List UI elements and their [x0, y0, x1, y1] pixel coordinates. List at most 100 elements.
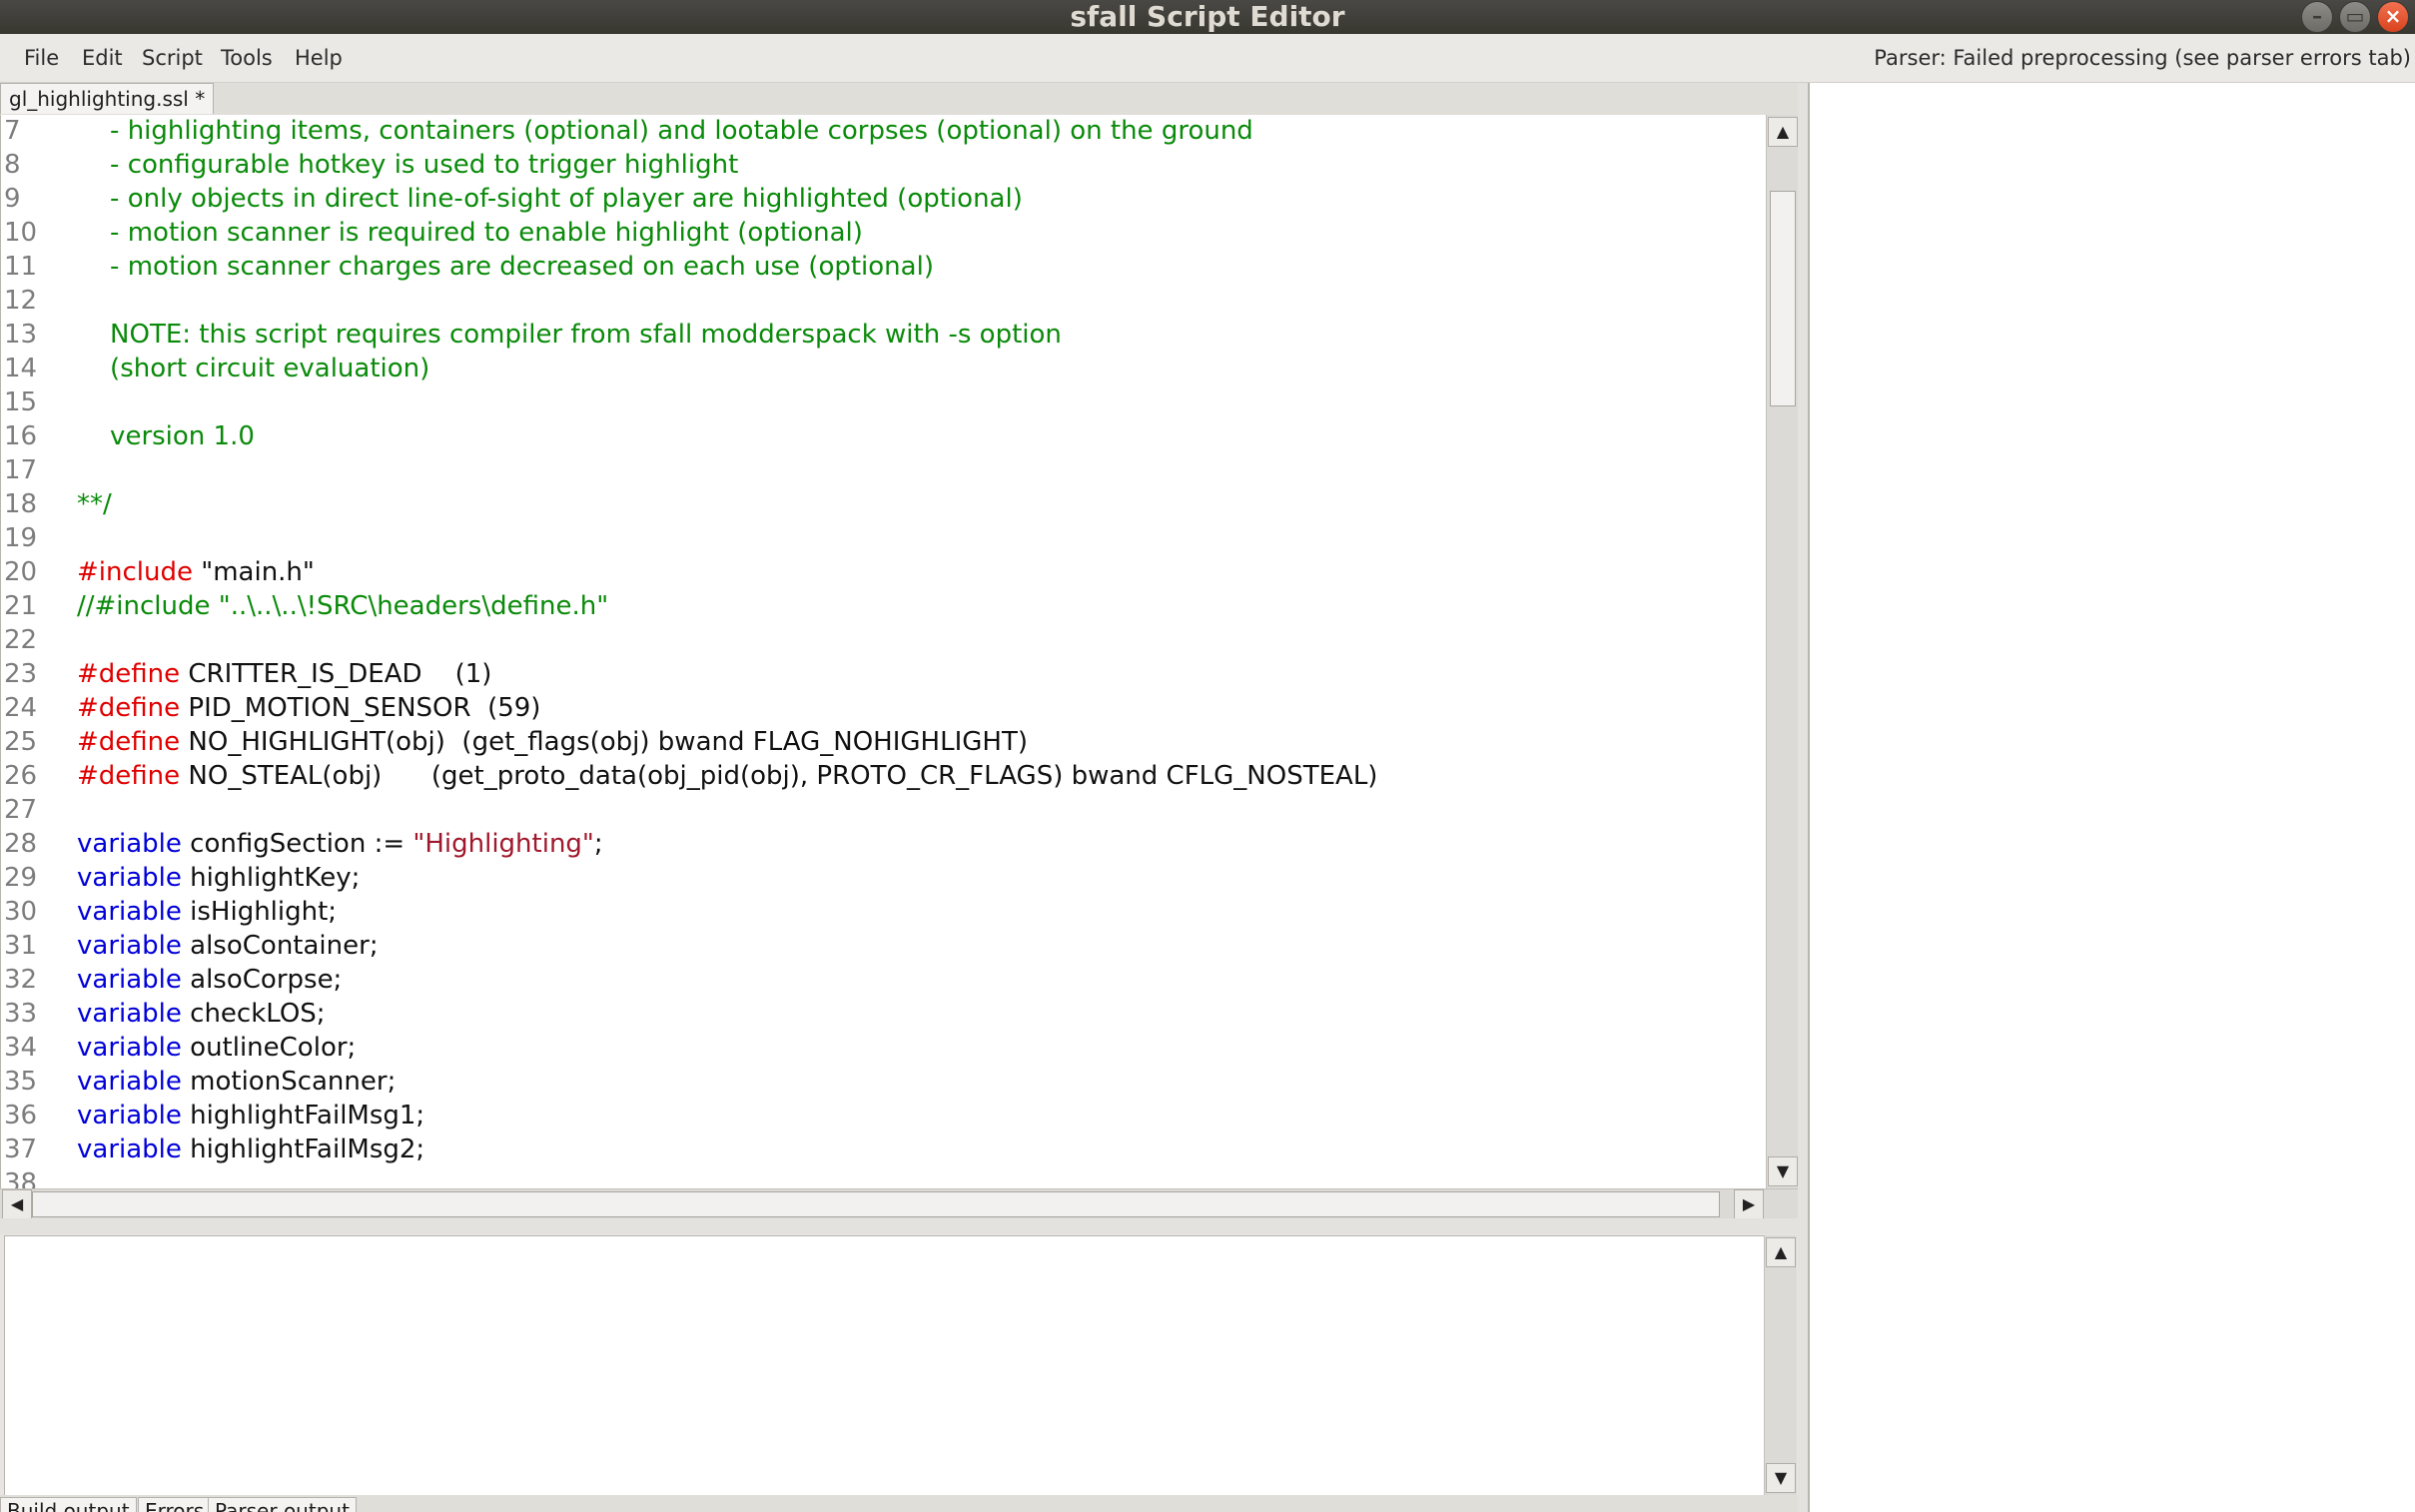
- code-line[interactable]: 25 #define NO_HIGHLIGHT(obj) (get_flags(o…: [1, 725, 1767, 759]
- code-token: alsoCorpse;: [181, 965, 343, 995]
- code-line[interactable]: 31 variable alsoContainer;: [1, 929, 1767, 963]
- code-line[interactable]: 20 #include "main.h": [1, 555, 1767, 589]
- editor-scroll-thumb[interactable]: [1770, 191, 1796, 406]
- code-line[interactable]: 17: [1, 453, 1767, 487]
- code-text: //#include "..\..\..\!SRC\headers\define…: [77, 589, 608, 623]
- code-line[interactable]: 27: [1, 793, 1767, 827]
- code-line[interactable]: 12: [1, 284, 1767, 318]
- tab-build-output[interactable]: Build output: [0, 1497, 137, 1512]
- code-editor[interactable]: 7 - highlighting items, containers (opti…: [0, 115, 1767, 1188]
- code-token: variable: [77, 1134, 182, 1164]
- menu-edit[interactable]: Edit: [82, 46, 123, 70]
- code-line[interactable]: 8 - configurable hotkey is used to trigg…: [1, 148, 1767, 182]
- code-text: variable isHighlight;: [77, 895, 337, 929]
- code-text: #define NO_STEAL(obj) (get_proto_data(ob…: [77, 759, 1377, 793]
- code-line[interactable]: 11 - motion scanner charges are decrease…: [1, 250, 1767, 284]
- editor-tab-gl-highlighting[interactable]: gl_highlighting.ssl *: [0, 83, 215, 114]
- minimize-icon[interactable]: –: [2301, 1, 2333, 33]
- line-number: 31: [4, 931, 38, 961]
- code-token: **/: [77, 489, 112, 519]
- code-line[interactable]: 32 variable alsoCorpse;: [1, 963, 1767, 997]
- arrow-up-icon[interactable]: ▲: [1766, 1237, 1796, 1267]
- menu-file[interactable]: File: [24, 46, 59, 70]
- code-line[interactable]: 35 variable motionScanner;: [1, 1065, 1767, 1099]
- line-number: 33: [4, 999, 38, 1029]
- code-token: isHighlight;: [181, 897, 338, 927]
- menu-help[interactable]: Help: [295, 46, 343, 70]
- line-number: 36: [4, 1101, 38, 1131]
- code-token: configSection :=: [181, 829, 413, 859]
- code-token: variable: [77, 1067, 182, 1097]
- code-line[interactable]: 33 variable checkLOS;: [1, 997, 1767, 1031]
- code-token: #define: [77, 761, 181, 791]
- code-token: version 1.0: [77, 421, 255, 451]
- code-line[interactable]: 10 - motion scanner is required to enabl…: [1, 216, 1767, 250]
- output-panel[interactable]: [4, 1235, 1766, 1497]
- arrow-up-icon[interactable]: ▲: [1768, 117, 1798, 147]
- code-line[interactable]: 9 - only objects in direct line-of-sight…: [1, 182, 1767, 216]
- output-vertical-scrollbar[interactable]: ▲ ▼: [1764, 1235, 1797, 1495]
- code-line[interactable]: 21 //#include "..\..\..\!SRC\headers\defi…: [1, 589, 1767, 623]
- code-token: #define: [77, 693, 181, 723]
- code-token: - configurable hotkey is used to trigger…: [77, 150, 739, 180]
- horizontal-splitter[interactable]: [0, 1218, 1798, 1234]
- code-line[interactable]: 16 version 1.0: [1, 419, 1767, 453]
- line-number: 10: [4, 218, 38, 248]
- code-line[interactable]: 13 NOTE: this script requires compiler f…: [1, 318, 1767, 352]
- code-token: CRITTER_IS_DEAD (1): [180, 659, 492, 689]
- code-text: - motion scanner is required to enable h…: [77, 216, 863, 250]
- line-number: 34: [4, 1033, 38, 1063]
- line-number: 7: [4, 116, 21, 146]
- editor-hscroll-thumb[interactable]: [32, 1191, 1720, 1217]
- code-line[interactable]: 14 (short circuit evaluation): [1, 352, 1767, 385]
- arrow-left-icon[interactable]: ◀: [2, 1189, 32, 1219]
- code-text: NOTE: this script requires compiler from…: [77, 318, 1062, 352]
- code-line[interactable]: 30 variable isHighlight;: [1, 895, 1767, 929]
- code-text: - configurable hotkey is used to trigger…: [77, 148, 738, 182]
- code-line[interactable]: 34 variable outlineColor;: [1, 1031, 1767, 1065]
- line-number: 15: [4, 387, 38, 417]
- line-number: 24: [4, 693, 38, 723]
- code-line[interactable]: 7 - highlighting items, containers (opti…: [1, 115, 1767, 148]
- vertical-splitter[interactable]: [1798, 83, 1808, 1512]
- code-line[interactable]: 37 variable highlightFailMsg2;: [1, 1133, 1767, 1166]
- arrow-down-icon[interactable]: ▼: [1766, 1463, 1796, 1493]
- maximize-icon[interactable]: ▭: [2339, 1, 2371, 33]
- code-line[interactable]: 24 #define PID_MOTION_SENSOR (59): [1, 691, 1767, 725]
- line-number: 21: [4, 591, 38, 621]
- code-line[interactable]: 26 #define NO_STEAL(obj) (get_proto_data(…: [1, 759, 1767, 793]
- code-line[interactable]: 36 variable highlightFailMsg1;: [1, 1099, 1767, 1133]
- menu-tools[interactable]: Tools: [221, 46, 273, 70]
- code-token: #include: [77, 557, 193, 587]
- code-token: highlightKey;: [181, 863, 361, 893]
- code-text: #include "main.h": [77, 555, 315, 589]
- code-line[interactable]: 19: [1, 521, 1767, 555]
- arrow-down-icon[interactable]: ▼: [1768, 1156, 1798, 1186]
- code-text: #define CRITTER_IS_DEAD (1): [77, 657, 491, 691]
- code-token: NO_STEAL(obj) (get_proto_data(obj_pid(ob…: [180, 761, 1378, 791]
- menu-script[interactable]: Script: [142, 46, 203, 70]
- code-text: **/: [77, 487, 112, 521]
- code-line[interactable]: 38: [1, 1166, 1767, 1188]
- tab-parser-output[interactable]: Parser output: [208, 1497, 357, 1512]
- code-token: variable: [77, 829, 182, 859]
- line-number: 35: [4, 1067, 38, 1097]
- code-line[interactable]: 28 variable configSection := "Highlightin…: [1, 827, 1767, 861]
- code-line[interactable]: 22: [1, 623, 1767, 657]
- code-line[interactable]: 18 **/: [1, 487, 1767, 521]
- code-line[interactable]: 23 #define CRITTER_IS_DEAD (1): [1, 657, 1767, 691]
- line-number: 25: [4, 727, 38, 757]
- code-token: alsoContainer;: [181, 931, 379, 961]
- arrow-right-icon[interactable]: ▶: [1734, 1189, 1764, 1219]
- line-number: 9: [4, 184, 21, 214]
- code-token: checkLOS;: [181, 999, 326, 1029]
- line-number: 11: [4, 252, 38, 282]
- editor-vertical-scrollbar[interactable]: ▲ ▼: [1766, 115, 1799, 1188]
- close-icon[interactable]: ×: [2377, 1, 2409, 33]
- tab-errors[interactable]: Errors: [138, 1497, 212, 1512]
- code-line[interactable]: 29 variable highlightKey;: [1, 861, 1767, 895]
- line-number: 26: [4, 761, 38, 791]
- editor-horizontal-scrollbar[interactable]: ◀ ▶: [0, 1188, 1798, 1219]
- line-number: 37: [4, 1134, 38, 1164]
- code-line[interactable]: 15: [1, 385, 1767, 419]
